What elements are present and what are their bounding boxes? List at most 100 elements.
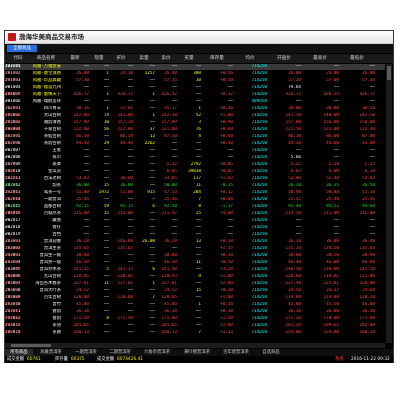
column-header[interactable]: 买量 bbox=[177, 54, 201, 63]
product-name: 普洱乔木茶 bbox=[39, 267, 61, 272]
quote-cell: 13 bbox=[149, 134, 155, 139]
quote-cell: —— bbox=[149, 211, 155, 216]
column-header[interactable]: 最新 bbox=[61, 54, 89, 63]
column-header[interactable]: 均价 bbox=[233, 54, 267, 63]
quote-cell: 155.20 bbox=[5, 120, 21, 125]
table-row[interactable]: 201006 风雅-瑞鹤呈祥 —— —— —— —— —— —— —— 409950 —— —— —— —… bbox=[5, 99, 385, 105]
quote-cell: —— bbox=[127, 78, 133, 83]
column-header[interactable]: 库存量 bbox=[201, 54, 233, 63]
quote-cell: —— bbox=[103, 218, 109, 223]
table-row[interactable]: 202002 大山古树 142.00 74 142.00 1 142.30 52 +1.00 71… bbox=[5, 113, 385, 119]
table-row[interactable]: 202016 百城尽茶 215.00 15 215.00 —— 211.97 25 +4.00 7… bbox=[5, 211, 385, 217]
table-row[interactable]: 202001 四川青羊 20.16 1 31.82 —— 35.17 1 +0.36 714250… bbox=[5, 106, 385, 112]
category-tab[interactable]: 二期普洱茶 bbox=[103, 349, 137, 356]
quote-cell: 241.50 bbox=[359, 267, 375, 272]
table-row[interactable]: 201005 风雅-墨缘天下 426.72 1 426.72 1 426.52 —— +0.12… bbox=[5, 92, 385, 98]
table-row[interactable]: 203009 百年古树 120.00 —— 120.00 7 120.85 —— +1.00 71… bbox=[5, 295, 385, 301]
horizontal-scrollbar[interactable] bbox=[5, 343, 385, 348]
quote-cell: —— bbox=[195, 246, 201, 251]
quote-cell: 7 bbox=[198, 197, 201, 202]
column-header[interactable]: 卖量 bbox=[133, 54, 155, 63]
quote-cell: 714250 bbox=[251, 169, 267, 174]
category-tab[interactable]: 风雅普洱茶 bbox=[33, 349, 69, 356]
table-row[interactable]: 202018 香仔 —— —— —— —— —— —— —— 714250 —— —— —— —— bbox=[5, 225, 385, 231]
table-row[interactable]: 202011 古法老树 53.83 —— 36.00 —— 33.85 117 +1.83 714… bbox=[5, 176, 385, 182]
table-row[interactable]: 202012 韵茶 36.00 15 36.00 —— 50.00 11 -0.35 714250… bbox=[5, 183, 385, 189]
table-row[interactable]: 202013 鸾茶一号 51.00 1972 51.00 915 47.53 284 +0.12… bbox=[5, 190, 385, 196]
quote-cell: +0.12 bbox=[220, 92, 233, 97]
table-row[interactable]: 201002 风雅-墨宝逸香 26.00 1 24.10 1257 26.48 308 +0.5… bbox=[5, 71, 385, 77]
quote-cell: 2792 bbox=[190, 162, 201, 167]
product-name: 韵茶 bbox=[52, 183, 61, 188]
category-tab[interactable]: 黄叶檀普洱茶 bbox=[177, 349, 217, 356]
all-goods-button[interactable]: 全部商品 bbox=[7, 45, 37, 52]
quote-cell: —— bbox=[103, 323, 109, 328]
table-row[interactable]: 203005 普洱乔木茶 241.15 5 241.15 6 241.48 —— +3.20 71… bbox=[5, 267, 385, 273]
table-row[interactable]: 203001 普洱迎春 36.28 —— 146.80 26.00 36.28 13 +0.30… bbox=[5, 239, 385, 245]
quote-table: 201001 风雅-万福金安 —— —— —— —— —— —— —— 714250 —— —— —— 1… bbox=[5, 64, 385, 343]
column-header[interactable]: 商品名称 bbox=[31, 54, 61, 63]
table-row[interactable]: 202004 千家古树 122.00 56 122.00 37 121.88 76 +0.80 7… bbox=[5, 127, 385, 133]
quote-cell: 20.16 bbox=[76, 106, 89, 111]
quote-cell: —— bbox=[149, 99, 155, 104]
quote-cell: 157.00 bbox=[285, 120, 301, 125]
category-tab[interactable]: 一期普洱茶 bbox=[69, 349, 103, 356]
table-row[interactable]: 203002 普洱生茶 135.65 —— 135.65 —— —— —— +1.15 71425… bbox=[5, 246, 385, 252]
table-row[interactable]: 203006 九山古树 120.85 —— 120.85 —— 120.93 9 +1.00 71… bbox=[5, 274, 385, 280]
table-row[interactable]: 203012 香韵 171.50 8 171.50 —— 171.80 —— +1.50 7142… bbox=[5, 316, 385, 322]
product-name: 一期普洱 bbox=[43, 197, 61, 202]
scroll-thumb[interactable] bbox=[387, 66, 391, 80]
table-row[interactable]: 202010 金瓜贡 —— —— —— —— 6.05 39838 +0.05 714250 6.0… bbox=[5, 169, 385, 175]
table-row[interactable]: 203007 海岱杏木春茶 227.81 11 227.81 1 227.81 —— +2.00… bbox=[5, 281, 385, 287]
table-row[interactable]: 203003 普洱生一级 38.88 —— —— —— 38.88 —— +0.38 714250… bbox=[5, 253, 385, 259]
table-row[interactable]: 201003 风雅-珍品典藏 57.30 —— —— —— 57.35 10 +0.50 7142… bbox=[5, 78, 385, 84]
category-tab[interactable]: 自选商品 bbox=[255, 349, 287, 356]
quote-cell: 5 bbox=[106, 267, 109, 272]
product-name: 茶语 bbox=[52, 323, 61, 328]
quote-cell: —— bbox=[171, 218, 177, 223]
quote-cell: —— bbox=[295, 218, 301, 223]
table-row[interactable]: 201004 风雅-福运九州 —— —— —— —— —— —— —— 714250 79.64 ——… bbox=[5, 85, 385, 91]
table-row[interactable]: 201001 风雅-万福金安 —— —— —— —— —— —— —— 714250 —— —— —— 1… bbox=[5, 64, 385, 70]
table-row[interactable]: 203011 香韵 36.38 —— —— —— 36.38 —— +0.38 714250 36.… bbox=[5, 309, 385, 315]
table-row[interactable]: 202014 一期普洱 25.44 —— —— —25.46 7 +0.04 714250 25.… bbox=[5, 197, 385, 203]
column-header[interactable]: 最高价 bbox=[301, 54, 339, 63]
quote-cell: 714250 bbox=[251, 190, 267, 195]
product-name: 普洱生一级 bbox=[39, 253, 61, 258]
quote-cell: +0.90 bbox=[220, 120, 233, 125]
table-row[interactable]: 202015 品都古树 92.15 59 92.15 6 92.50 8 -1.37 714250… bbox=[5, 204, 385, 210]
table-row[interactable]: 202009 班章 —— —— —— —— 5.22 2792 +0.05 714250 5.22 5… bbox=[5, 162, 385, 168]
quote-cell: 714250 bbox=[251, 211, 267, 216]
table-row[interactable]: 203013 茶语 201.65 —— —— —— 201.65 —— +2.00 714250 2… bbox=[5, 323, 385, 329]
quote-cell: 43.80 bbox=[5, 141, 18, 146]
category-tab[interactable]: 所有商品 bbox=[5, 349, 33, 356]
category-tab[interactable]: 百年佬普洱茶 bbox=[217, 349, 255, 356]
quote-cell: 714250 bbox=[251, 85, 267, 90]
quote-cell: +0.04 bbox=[220, 197, 233, 202]
quote-cell: —— bbox=[127, 162, 133, 167]
quote-cell: 6.05 bbox=[166, 169, 177, 174]
table-row[interactable]: 203004 普洱熟一级 46.50 —— —— —— 46.50 11 +0.50 714250… bbox=[5, 260, 385, 266]
column-header[interactable]: 现量 bbox=[89, 54, 109, 63]
quote-cell: 714250 bbox=[251, 239, 267, 244]
table-row[interactable]: 202007 王者 —— —— —— —— —— —— —— 714250 —— —— —— —— bbox=[5, 148, 385, 154]
table-row[interactable]: 202006 茶韵古树 44.40 29 44.40 2262 —— —— +0.40 71425… bbox=[5, 141, 385, 147]
column-header[interactable]: 最低价 bbox=[339, 54, 375, 63]
quote-cell: 8 bbox=[106, 316, 109, 321]
table-row[interactable]: 203008 普洱大叶茶 24.52 —— —— —— 24.52 15 +0.20 714250… bbox=[5, 288, 385, 294]
table-row[interactable]: 203014 茶颜 160.13 —— —— —— 160.13 7 +1.13 714250 15… bbox=[5, 330, 385, 336]
column-header[interactable]: 卖价 bbox=[155, 54, 177, 63]
table-row[interactable]: 202008 排市 —— —— —— —— —— —— —— 714250 5.66 —— —— —— bbox=[5, 155, 385, 161]
category-tab[interactable]: 六角亭普洱茶 bbox=[137, 349, 177, 356]
quote-cell: —— bbox=[103, 295, 109, 300]
table-row[interactable]: 202017 藏香 —— —— —— —— —— —— —— 714250 —— —— —— —— bbox=[5, 218, 385, 224]
hscroll-thumb[interactable] bbox=[11, 344, 51, 347]
column-header[interactable]: 开盘价 bbox=[267, 54, 301, 63]
column-header[interactable]: 买价 bbox=[109, 54, 133, 63]
column-header[interactable]: 代码 bbox=[5, 54, 31, 63]
table-row[interactable]: 202019 古色 —— —— —— —— —— —— —— 714250 —— —— —— —— bbox=[5, 232, 385, 238]
table-row[interactable]: 202003 雅韵清香 157.89 10 157.20 —— 157.89 3 +0.90 71… bbox=[5, 120, 385, 126]
table-row[interactable]: 202005 茶仙古树 86.50 —— 86.50 13 87.50 4 +0.60 71425… bbox=[5, 134, 385, 140]
table-row[interactable]: 203010 普竹 45.86 —— —— —— 45.86 1 +0.36 714250 45.8… bbox=[5, 302, 385, 308]
vertical-scrollbar[interactable] bbox=[386, 64, 392, 343]
